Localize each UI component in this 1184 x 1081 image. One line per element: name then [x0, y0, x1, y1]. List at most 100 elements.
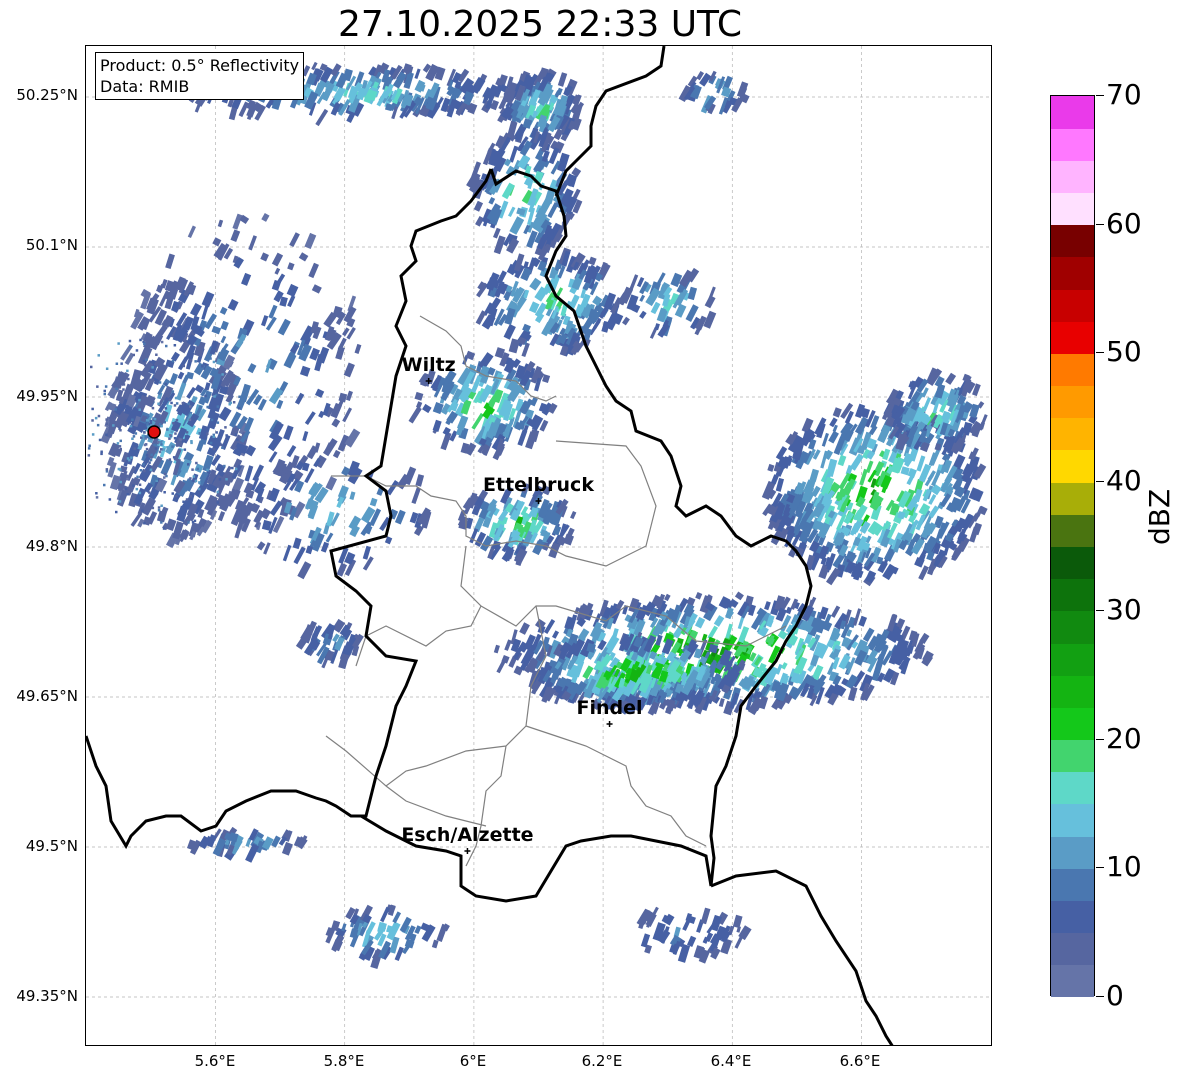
- clutter-gate: [119, 480, 122, 484]
- clutter-gate: [122, 383, 126, 386]
- clutter-gate: [238, 395, 241, 399]
- data-source-label: Data: RMIB: [100, 77, 190, 96]
- clutter-gate: [206, 405, 209, 409]
- clutter-gate: [229, 401, 232, 405]
- clutter-gate: [151, 506, 155, 510]
- colorbar-tick-label: 0: [1106, 979, 1124, 1012]
- clutter-gate: [145, 358, 148, 361]
- radar-map[interactable]: Wiltz Ettelbruck Findel Esch/Alzette: [85, 45, 992, 1046]
- clutter-gate: [188, 418, 192, 421]
- echo-gate: [588, 256, 597, 266]
- clutter-gate: [143, 522, 146, 525]
- clutter-gate: [96, 385, 99, 388]
- clutter-gate: [103, 483, 106, 487]
- clutter-gate: [211, 412, 214, 415]
- clutter-gate: [126, 369, 129, 373]
- clutter-gate: [151, 366, 154, 369]
- clutter-gate: [108, 498, 112, 501]
- clutter-gate: [170, 401, 173, 405]
- echo-gate: [687, 286, 698, 301]
- echo-gate: [220, 335, 227, 344]
- echo-gate: [219, 306, 228, 315]
- clutter-gate: [122, 388, 125, 391]
- echo-gate: [415, 474, 425, 487]
- clutter-gate: [151, 378, 155, 382]
- clutter-gate: [126, 493, 129, 496]
- clutter-gate: [149, 458, 153, 462]
- colorbar-segment: [1051, 900, 1094, 934]
- echo-gate: [345, 390, 353, 402]
- echo-gate: [227, 299, 239, 311]
- clutter-gate: [128, 428, 131, 431]
- clutter-gate: [144, 435, 147, 438]
- echo-gate: [764, 601, 771, 611]
- city-marker[interactable]: Ettelbruck: [483, 474, 594, 504]
- echo-gate: [304, 232, 317, 250]
- echo-gate: [311, 284, 322, 294]
- echo-gate: [392, 911, 402, 924]
- colorbar-segment: [1051, 224, 1094, 258]
- clutter-gate: [170, 430, 173, 433]
- clutter-gate: [143, 363, 147, 367]
- clutter-gate: [193, 519, 197, 523]
- clutter-gate: [175, 418, 179, 422]
- city-marker[interactable]: Findel: [577, 697, 643, 727]
- clutter-gate: [126, 477, 129, 481]
- clutter-gate: [142, 359, 146, 363]
- clutter-gate: [128, 421, 132, 424]
- map-canvas: Wiltz Ettelbruck Findel Esch/Alzette: [86, 46, 991, 1045]
- clutter-gate: [171, 390, 175, 393]
- clutter-gate: [215, 431, 218, 434]
- clutter-gate: [130, 456, 133, 459]
- echo-gate: [196, 440, 205, 452]
- colorbar-tick: [1096, 738, 1104, 740]
- clutter-gate: [104, 385, 108, 388]
- echo-gate: [707, 625, 719, 640]
- echo-gate: [601, 320, 610, 333]
- clutter-gate: [132, 435, 136, 438]
- echo-gate: [922, 522, 934, 537]
- clutter-gate: [145, 453, 149, 457]
- echo-gate: [858, 615, 868, 627]
- echo-gate: [777, 630, 788, 640]
- clutter-gate: [158, 450, 162, 454]
- clutter-gate: [132, 484, 135, 487]
- clutter-gate: [105, 422, 109, 425]
- echo-gate: [261, 213, 270, 222]
- clutter-gate: [118, 488, 121, 491]
- colorbar-tick-label: 10: [1106, 850, 1142, 884]
- clutter-gate: [100, 452, 103, 456]
- echo-gate: [664, 593, 671, 602]
- clutter-gate: [176, 444, 179, 447]
- clutter-gate: [162, 527, 166, 530]
- echo-gate: [821, 432, 829, 447]
- clutter-gate: [212, 360, 216, 364]
- lon-tick-label: 6.2°E: [581, 1052, 623, 1070]
- echo-gate: [700, 907, 711, 925]
- colorbar-segment: [1051, 160, 1094, 194]
- clutter-gate: [138, 408, 141, 411]
- clutter-gate: [160, 424, 163, 428]
- echo-gate: [809, 468, 820, 482]
- echo-gate: [695, 592, 703, 600]
- clutter-gate: [221, 446, 224, 449]
- clutter-gate: [131, 437, 134, 440]
- clutter-gate: [240, 446, 244, 450]
- echo-gate: [837, 454, 847, 467]
- echo-gate: [335, 346, 345, 360]
- echo-gate: [557, 72, 568, 87]
- echo-gate: [220, 320, 229, 331]
- clutter-gate: [116, 442, 120, 445]
- echo-gate: [165, 253, 175, 270]
- city-label: Findel: [577, 697, 643, 719]
- clutter-gate: [139, 338, 142, 342]
- colorbar-segment: [1051, 610, 1094, 644]
- city-marker[interactable]: Esch/Alzette: [401, 824, 534, 854]
- radar-site-marker[interactable]: [147, 425, 161, 439]
- colorbar-segment: [1051, 449, 1094, 483]
- echo-gate: [308, 262, 319, 279]
- clutter-gate: [181, 401, 185, 405]
- plus-marker-icon: [464, 848, 471, 854]
- colorbar-tick-label: 30: [1106, 592, 1142, 626]
- clutter-gate: [135, 487, 139, 491]
